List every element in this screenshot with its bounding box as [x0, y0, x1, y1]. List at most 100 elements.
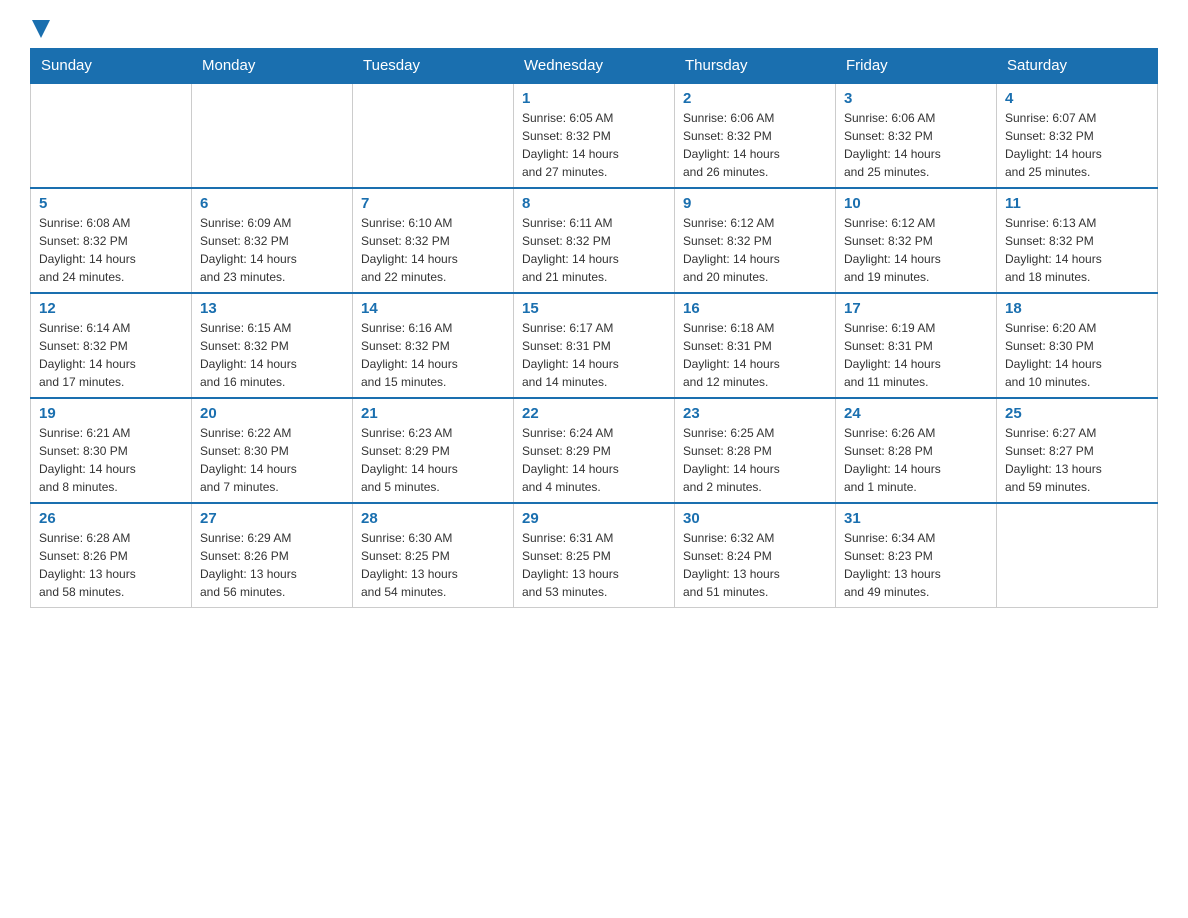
- calendar-cell: 22 Sunrise: 6:24 AM Sunset: 8:29 PM Dayli…: [514, 398, 675, 503]
- calendar-cell: [997, 503, 1158, 608]
- day-info: Sunrise: 6:28 AM Sunset: 8:26 PM Dayligh…: [39, 529, 183, 601]
- calendar-week-2: 5 Sunrise: 6:08 AM Sunset: 8:32 PM Daylig…: [31, 188, 1158, 293]
- day-number: 17: [844, 300, 988, 317]
- day-info: Sunrise: 6:15 AM Sunset: 8:32 PM Dayligh…: [200, 319, 344, 391]
- calendar-cell: [31, 83, 192, 188]
- calendar-header-wednesday: Wednesday: [514, 49, 675, 84]
- day-info: Sunrise: 6:34 AM Sunset: 8:23 PM Dayligh…: [844, 529, 988, 601]
- day-number: 25: [1005, 405, 1149, 422]
- day-number: 21: [361, 405, 505, 422]
- day-info: Sunrise: 6:19 AM Sunset: 8:31 PM Dayligh…: [844, 319, 988, 391]
- calendar-cell: 18 Sunrise: 6:20 AM Sunset: 8:30 PM Dayli…: [997, 293, 1158, 398]
- day-number: 9: [683, 195, 827, 212]
- day-info: Sunrise: 6:24 AM Sunset: 8:29 PM Dayligh…: [522, 424, 666, 496]
- day-number: 15: [522, 300, 666, 317]
- day-info: Sunrise: 6:16 AM Sunset: 8:32 PM Dayligh…: [361, 319, 505, 391]
- day-number: 31: [844, 510, 988, 527]
- calendar-cell: 23 Sunrise: 6:25 AM Sunset: 8:28 PM Dayli…: [675, 398, 836, 503]
- calendar-cell: 1 Sunrise: 6:05 AM Sunset: 8:32 PM Daylig…: [514, 83, 675, 188]
- calendar-week-1: 1 Sunrise: 6:05 AM Sunset: 8:32 PM Daylig…: [31, 83, 1158, 188]
- day-info: Sunrise: 6:08 AM Sunset: 8:32 PM Dayligh…: [39, 214, 183, 286]
- page-header: [30, 20, 1158, 38]
- day-info: Sunrise: 6:13 AM Sunset: 8:32 PM Dayligh…: [1005, 214, 1149, 286]
- day-number: 24: [844, 405, 988, 422]
- calendar-cell: 15 Sunrise: 6:17 AM Sunset: 8:31 PM Dayli…: [514, 293, 675, 398]
- calendar-cell: 3 Sunrise: 6:06 AM Sunset: 8:32 PM Daylig…: [836, 83, 997, 188]
- day-number: 28: [361, 510, 505, 527]
- day-info: Sunrise: 6:27 AM Sunset: 8:27 PM Dayligh…: [1005, 424, 1149, 496]
- day-info: Sunrise: 6:31 AM Sunset: 8:25 PM Dayligh…: [522, 529, 666, 601]
- calendar-cell: 21 Sunrise: 6:23 AM Sunset: 8:29 PM Dayli…: [353, 398, 514, 503]
- calendar-cell: 30Sunrise: 6:32 AM Sunset: 8:24 PM Dayli…: [675, 503, 836, 608]
- calendar-cell: 16 Sunrise: 6:18 AM Sunset: 8:31 PM Dayli…: [675, 293, 836, 398]
- calendar-cell: 17 Sunrise: 6:19 AM Sunset: 8:31 PM Dayli…: [836, 293, 997, 398]
- day-number: 3: [844, 90, 988, 107]
- day-number: 22: [522, 405, 666, 422]
- day-number: 16: [683, 300, 827, 317]
- day-info: Sunrise: 6:29 AM Sunset: 8:26 PM Dayligh…: [200, 529, 344, 601]
- day-info: Sunrise: 6:22 AM Sunset: 8:30 PM Dayligh…: [200, 424, 344, 496]
- day-info: Sunrise: 6:06 AM Sunset: 8:32 PM Dayligh…: [683, 109, 827, 181]
- day-number: 5: [39, 195, 183, 212]
- day-number: 1: [522, 90, 666, 107]
- calendar-cell: [192, 83, 353, 188]
- day-number: 26: [39, 510, 183, 527]
- day-info: Sunrise: 6:17 AM Sunset: 8:31 PM Dayligh…: [522, 319, 666, 391]
- day-number: 29: [522, 510, 666, 527]
- calendar-cell: 4 Sunrise: 6:07 AM Sunset: 8:32 PM Daylig…: [997, 83, 1158, 188]
- calendar-cell: 6Sunrise: 6:09 AM Sunset: 8:32 PM Daylig…: [192, 188, 353, 293]
- calendar-cell: 2 Sunrise: 6:06 AM Sunset: 8:32 PM Daylig…: [675, 83, 836, 188]
- calendar-cell: 13 Sunrise: 6:15 AM Sunset: 8:32 PM Dayli…: [192, 293, 353, 398]
- calendar-cell: 31 Sunrise: 6:34 AM Sunset: 8:23 PM Dayli…: [836, 503, 997, 608]
- calendar-cell: 27Sunrise: 6:29 AM Sunset: 8:26 PM Dayli…: [192, 503, 353, 608]
- logo: [30, 20, 50, 38]
- calendar-cell: 29 Sunrise: 6:31 AM Sunset: 8:25 PM Dayli…: [514, 503, 675, 608]
- calendar-cell: 19Sunrise: 6:21 AM Sunset: 8:30 PM Dayli…: [31, 398, 192, 503]
- day-info: Sunrise: 6:06 AM Sunset: 8:32 PM Dayligh…: [844, 109, 988, 181]
- day-info: Sunrise: 6:26 AM Sunset: 8:28 PM Dayligh…: [844, 424, 988, 496]
- day-number: 18: [1005, 300, 1149, 317]
- calendar-cell: 26 Sunrise: 6:28 AM Sunset: 8:26 PM Dayli…: [31, 503, 192, 608]
- day-info: Sunrise: 6:07 AM Sunset: 8:32 PM Dayligh…: [1005, 109, 1149, 181]
- day-number: 12: [39, 300, 183, 317]
- calendar-week-4: 19Sunrise: 6:21 AM Sunset: 8:30 PM Dayli…: [31, 398, 1158, 503]
- day-number: 6: [200, 195, 344, 212]
- day-number: 4: [1005, 90, 1149, 107]
- day-info: Sunrise: 6:05 AM Sunset: 8:32 PM Dayligh…: [522, 109, 666, 181]
- day-number: 13: [200, 300, 344, 317]
- calendar-cell: 20 Sunrise: 6:22 AM Sunset: 8:30 PM Dayli…: [192, 398, 353, 503]
- calendar-cell: 14 Sunrise: 6:16 AM Sunset: 8:32 PM Dayli…: [353, 293, 514, 398]
- day-number: 11: [1005, 195, 1149, 212]
- day-number: 14: [361, 300, 505, 317]
- calendar-cell: 12 Sunrise: 6:14 AM Sunset: 8:32 PM Dayli…: [31, 293, 192, 398]
- day-info: Sunrise: 6:18 AM Sunset: 8:31 PM Dayligh…: [683, 319, 827, 391]
- day-number: 7: [361, 195, 505, 212]
- day-info: Sunrise: 6:23 AM Sunset: 8:29 PM Dayligh…: [361, 424, 505, 496]
- calendar-week-5: 26 Sunrise: 6:28 AM Sunset: 8:26 PM Dayli…: [31, 503, 1158, 608]
- calendar-header-tuesday: Tuesday: [353, 49, 514, 84]
- day-info: Sunrise: 6:30 AM Sunset: 8:25 PM Dayligh…: [361, 529, 505, 601]
- calendar-cell: 28 Sunrise: 6:30 AM Sunset: 8:25 PM Dayli…: [353, 503, 514, 608]
- calendar-cell: 7 Sunrise: 6:10 AM Sunset: 8:32 PM Daylig…: [353, 188, 514, 293]
- day-info: Sunrise: 6:20 AM Sunset: 8:30 PM Dayligh…: [1005, 319, 1149, 391]
- calendar-header-sunday: Sunday: [31, 49, 192, 84]
- day-info: Sunrise: 6:11 AM Sunset: 8:32 PM Dayligh…: [522, 214, 666, 286]
- logo-triangle-icon: [32, 20, 50, 38]
- calendar-cell: 5 Sunrise: 6:08 AM Sunset: 8:32 PM Daylig…: [31, 188, 192, 293]
- day-info: Sunrise: 6:14 AM Sunset: 8:32 PM Dayligh…: [39, 319, 183, 391]
- calendar-table: SundayMondayTuesdayWednesdayThursdayFrid…: [30, 48, 1158, 608]
- calendar-header-saturday: Saturday: [997, 49, 1158, 84]
- calendar-cell: 9Sunrise: 6:12 AM Sunset: 8:32 PM Daylig…: [675, 188, 836, 293]
- day-number: 23: [683, 405, 827, 422]
- calendar-cell: 10Sunrise: 6:12 AM Sunset: 8:32 PM Dayli…: [836, 188, 997, 293]
- calendar-cell: [353, 83, 514, 188]
- day-number: 20: [200, 405, 344, 422]
- calendar-header-thursday: Thursday: [675, 49, 836, 84]
- calendar-week-3: 12 Sunrise: 6:14 AM Sunset: 8:32 PM Dayli…: [31, 293, 1158, 398]
- day-number: 2: [683, 90, 827, 107]
- day-info: Sunrise: 6:32 AM Sunset: 8:24 PM Dayligh…: [683, 529, 827, 601]
- day-number: 10: [844, 195, 988, 212]
- day-info: Sunrise: 6:25 AM Sunset: 8:28 PM Dayligh…: [683, 424, 827, 496]
- day-info: Sunrise: 6:10 AM Sunset: 8:32 PM Dayligh…: [361, 214, 505, 286]
- day-number: 8: [522, 195, 666, 212]
